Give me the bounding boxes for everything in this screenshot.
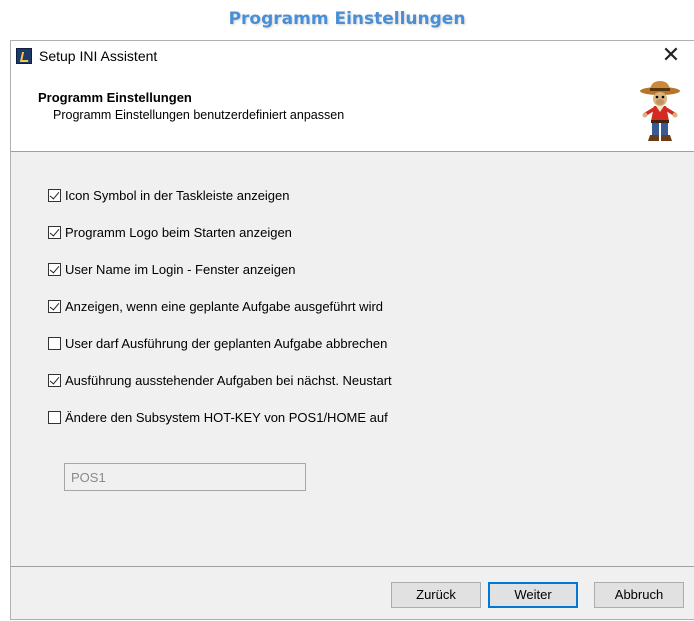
option-show-scheduled-task[interactable]: Anzeigen, wenn eine geplante Aufgabe aus… — [48, 297, 383, 317]
hotkey-input — [64, 463, 306, 491]
window-title: Setup INI Assistent — [39, 48, 158, 64]
option-taskbar-icon[interactable]: Icon Symbol in der Taskleiste anzeigen — [48, 186, 290, 206]
option-label: User Name im Login - Fenster anzeigen — [65, 262, 296, 277]
option-label: Anzeigen, wenn eine geplante Aufgabe aus… — [65, 299, 384, 314]
option-label: User darf Ausführung der geplanten Aufga… — [65, 336, 388, 351]
header-title: Programm Einstellungen — [38, 90, 192, 105]
footer-divider — [11, 566, 694, 567]
option-user-may-cancel[interactable]: User darf Ausführung der geplanten Aufga… — [48, 334, 387, 354]
cancel-button[interactable]: Abbruch — [594, 582, 684, 608]
checkbox-icon[interactable] — [48, 262, 61, 276]
option-label: Icon Symbol in der Taskleiste anzeigen — [65, 188, 290, 203]
setup-dialog: Setup INI Assistent ✕ Programm Einstellu… — [10, 40, 694, 620]
wizard-header: Programm Einstellungen Programm Einstell… — [11, 71, 694, 152]
option-pending-on-restart[interactable]: Ausführung ausstehender Aufgaben bei näc… — [48, 371, 392, 391]
checkbox-icon[interactable] — [48, 188, 61, 202]
checkbox-icon[interactable] — [48, 373, 61, 387]
checkbox-icon[interactable] — [48, 299, 61, 313]
option-label: Programm Logo beim Starten anzeigen — [65, 225, 292, 240]
checkbox-icon[interactable] — [48, 225, 61, 239]
checkbox-icon[interactable] — [48, 336, 61, 350]
close-button[interactable]: ✕ — [648, 41, 694, 71]
option-startup-logo[interactable]: Programm Logo beim Starten anzeigen — [48, 223, 292, 243]
app-icon — [16, 48, 32, 64]
option-change-hotkey[interactable]: Ändere den Subsystem HOT-KEY von POS1/HO… — [48, 408, 388, 428]
next-button[interactable]: Weiter — [488, 582, 578, 608]
back-button[interactable]: Zurück — [391, 582, 481, 608]
option-label: Ändere den Subsystem HOT-KEY von POS1/HO… — [65, 410, 388, 425]
page-heading: Programm Einstellungen — [228, 9, 466, 29]
title-bar[interactable]: Setup INI Assistent ✕ — [11, 41, 694, 71]
checkbox-icon[interactable] — [48, 410, 61, 424]
option-label: Ausführung ausstehender Aufgaben bei näc… — [65, 373, 392, 388]
option-login-username[interactable]: User Name im Login - Fenster anzeigen — [48, 260, 296, 280]
header-subtitle: Programm Einstellungen benutzerdefiniert… — [53, 108, 345, 122]
cowboy-mascot-icon — [640, 81, 680, 141]
